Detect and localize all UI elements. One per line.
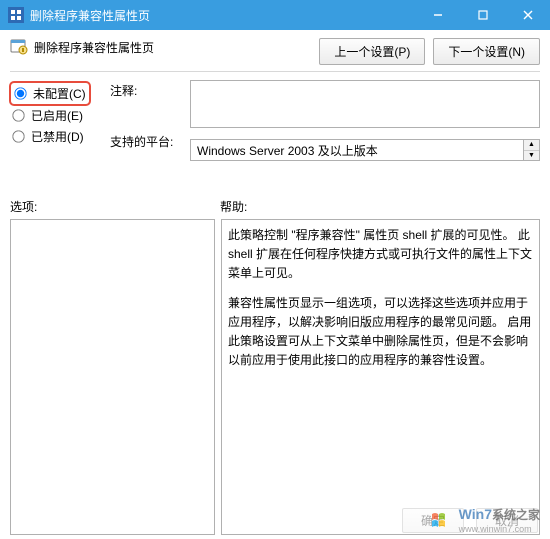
window-title: 删除程序兼容性属性页 (30, 7, 415, 24)
bottom-panes: 此策略控制 "程序兼容性" 属性页 shell 扩展的可见性。 此 shell … (10, 219, 540, 535)
radio-enabled-input[interactable] (12, 109, 24, 121)
help-paragraph-2: 兼容性属性页显示一组选项，可以选择这些选项并应用于应用程序，以解决影响旧版应用程… (228, 294, 533, 371)
footer-buttons: 确定 取消 (402, 508, 538, 533)
radio-disabled[interactable]: 已禁用(D) (12, 128, 110, 145)
minimize-button[interactable] (415, 0, 460, 30)
platform-value: Windows Server 2003 及以上版本 (197, 142, 378, 159)
help-paragraph-1: 此策略控制 "程序兼容性" 属性页 shell 扩展的可见性。 此 shell … (228, 226, 533, 284)
prev-setting-button[interactable]: 上一个设置(P) (319, 38, 425, 65)
help-label: 帮助: (220, 198, 247, 215)
radio-disabled-label: 已禁用(D) (31, 128, 84, 145)
policy-icon (10, 38, 28, 56)
config-area: 未配置(C) 已启用(E) 已禁用(D) 注释: 支持的平台: Windows … (10, 80, 540, 184)
radio-disabled-input[interactable] (12, 130, 24, 142)
field-values: Windows Server 2003 及以上版本 ▲ ▼ (190, 80, 540, 161)
divider (10, 71, 540, 72)
platform-label: 支持的平台: (110, 133, 190, 150)
maximize-button[interactable] (460, 0, 505, 30)
title-bar: 删除程序兼容性属性页 (0, 0, 550, 30)
comment-textarea[interactable] (190, 80, 540, 128)
state-radios: 未配置(C) 已启用(E) 已禁用(D) (10, 80, 110, 149)
options-pane (10, 219, 215, 535)
radio-not-configured-label: 未配置(C) (33, 85, 86, 102)
section-labels: 选项: 帮助: (10, 198, 540, 215)
client-area: 删除程序兼容性属性页 上一个设置(P) 下一个设置(N) 未配置(C) 已启用(… (0, 30, 550, 539)
field-labels: 注释: 支持的平台: (110, 80, 190, 184)
comment-label: 注释: (110, 82, 190, 99)
policy-title: 删除程序兼容性属性页 (34, 39, 154, 56)
spin-up-icon[interactable]: ▲ (524, 140, 539, 151)
radio-enabled[interactable]: 已启用(E) (12, 107, 110, 124)
app-icon (8, 7, 24, 23)
cancel-button[interactable]: 取消 (476, 508, 538, 533)
radio-not-configured-input[interactable] (14, 87, 26, 99)
platform-spin[interactable]: ▲ ▼ (524, 139, 540, 161)
radio-enabled-label: 已启用(E) (31, 107, 83, 124)
platform-field: Windows Server 2003 及以上版本 (190, 139, 524, 161)
close-button[interactable] (505, 0, 550, 30)
spin-down-icon[interactable]: ▼ (524, 151, 539, 161)
next-setting-button[interactable]: 下一个设置(N) (433, 38, 540, 65)
radio-not-configured[interactable]: 未配置(C) (12, 84, 88, 103)
ok-button[interactable]: 确定 (402, 508, 464, 533)
help-pane: 此策略控制 "程序兼容性" 属性页 shell 扩展的可见性。 此 shell … (221, 219, 540, 535)
header-row: 删除程序兼容性属性页 上一个设置(P) 下一个设置(N) (10, 38, 540, 65)
options-label: 选项: (10, 198, 220, 215)
